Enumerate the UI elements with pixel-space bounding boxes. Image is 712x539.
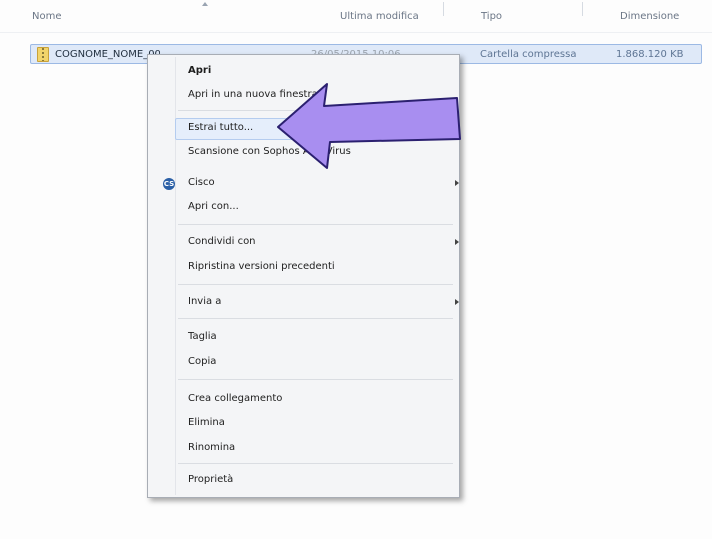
file-explorer: Nome Ultima modifica Tipo Dimensione COG… xyxy=(0,0,712,539)
annotation-arrow-icon xyxy=(277,83,461,169)
annotation-arrow-shape xyxy=(277,83,461,169)
